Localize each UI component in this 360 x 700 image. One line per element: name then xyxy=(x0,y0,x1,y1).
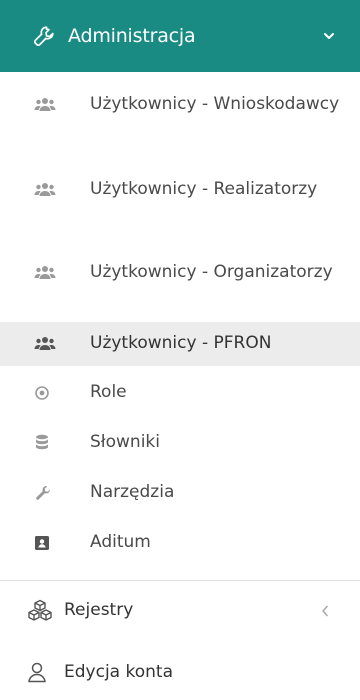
users-icon xyxy=(34,95,60,115)
menu-item-tools[interactable]: Narzędzia xyxy=(0,480,360,514)
menu-item-label: Użytkownicy - PFRON xyxy=(90,333,272,353)
menu-item-users-organizers[interactable]: Użytkownicy - Organizatorzy xyxy=(0,260,360,326)
menu-item-users-applicants[interactable]: Użytkownicy - Wnioskodawcy xyxy=(0,92,360,158)
menu-item-roles[interactable]: Role xyxy=(0,380,360,414)
users-icon xyxy=(34,263,60,283)
menu-item-dictionaries[interactable]: Słowniki xyxy=(0,430,360,464)
admin-menu-title: Administracja xyxy=(68,25,196,47)
users-icon xyxy=(34,180,60,200)
users-icon xyxy=(34,334,60,354)
menu-item-label: Użytkownicy - Organizatorzy xyxy=(90,262,333,282)
wrench-icon xyxy=(32,23,58,49)
menu-divider xyxy=(0,580,360,581)
menu-item-users-pfron[interactable]: Użytkownicy - PFRON xyxy=(0,322,360,366)
menu-item-label: Słowniki xyxy=(90,432,160,452)
menu-item-label: Użytkownicy - Realizatorzy xyxy=(90,179,318,199)
database-icon xyxy=(34,433,60,453)
menu-item-label: Role xyxy=(90,382,127,402)
account-edit-link[interactable]: Edycja konta xyxy=(0,647,360,697)
user-icon xyxy=(26,660,56,684)
cubes-icon xyxy=(26,598,56,622)
account-edit-label: Edycja konta xyxy=(64,662,173,682)
admin-menu-header[interactable]: Administracja xyxy=(0,0,360,72)
menu-item-label: Użytkownicy - Wnioskodawcy xyxy=(90,94,340,114)
menu-item-label: Narzędzia xyxy=(90,482,175,502)
wrench-icon xyxy=(34,483,60,503)
menu-item-label: Aditum xyxy=(90,532,151,552)
menu-item-users-implementers[interactable]: Użytkownicy - Realizatorzy xyxy=(0,177,360,243)
registers-menu-label: Rejestry xyxy=(64,600,134,620)
menu-item-aditum[interactable]: Aditum xyxy=(0,530,360,564)
dot-circle-icon xyxy=(34,383,60,403)
chevron-left-icon xyxy=(320,603,330,617)
registers-menu-header[interactable]: Rejestry xyxy=(0,585,360,635)
id-card-icon xyxy=(34,533,60,553)
chevron-down-icon xyxy=(322,28,336,42)
